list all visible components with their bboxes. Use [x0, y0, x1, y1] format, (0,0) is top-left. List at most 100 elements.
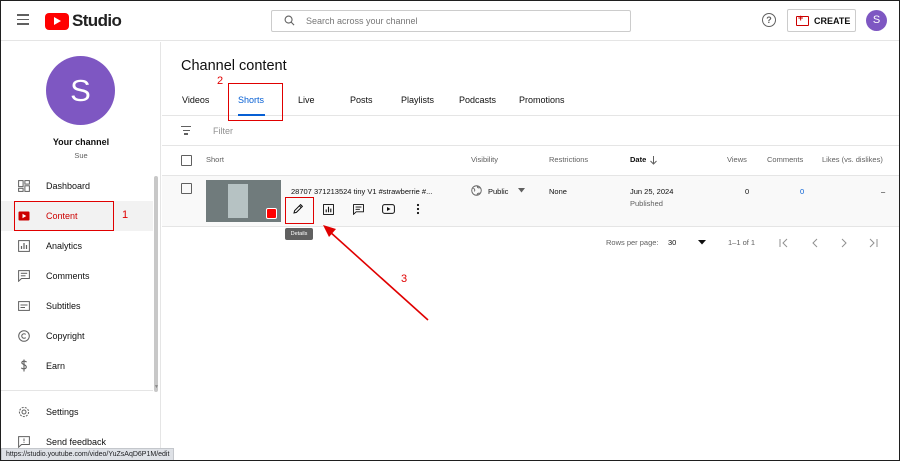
analytics-icon — [17, 239, 30, 252]
annotation-step-1: 1 — [122, 209, 129, 221]
rows-per-page-dropdown-icon[interactable] — [698, 240, 706, 245]
next-page-icon[interactable] — [839, 238, 849, 248]
shorts-badge-icon — [266, 208, 277, 219]
subtitles-icon — [17, 299, 30, 312]
restrictions-value: None — [549, 187, 567, 196]
view-on-youtube-button[interactable] — [377, 199, 399, 219]
short-title[interactable]: 28707 371213524 tiny V1 #strawberrie #..… — [291, 187, 432, 196]
search-box[interactable] — [271, 10, 631, 32]
sidebar-item-label: Dashboard — [46, 181, 91, 191]
views-value: 0 — [745, 187, 750, 196]
previous-page-icon[interactable] — [810, 238, 820, 248]
tab-posts[interactable]: Posts — [350, 95, 373, 105]
sidebar-scrollbar[interactable] — [154, 176, 158, 392]
rows-per-page-label: Rows per page: — [606, 238, 659, 247]
annotation-box-details — [285, 197, 314, 224]
sidebar-item-label: Analytics — [46, 241, 83, 251]
tab-live[interactable]: Live — [298, 95, 315, 105]
page-title: Channel content — [181, 58, 287, 74]
last-page-icon[interactable] — [868, 238, 878, 248]
page-range: 1–1 of 1 — [728, 238, 756, 247]
tab-promotions[interactable]: Promotions — [519, 95, 565, 105]
likes-value: – — [881, 187, 886, 196]
sidebar-divider — [1, 390, 153, 391]
visibility-dropdown-icon[interactable] — [518, 188, 525, 193]
filter-input[interactable]: Filter — [213, 126, 233, 136]
channel-title: Your channel — [52, 137, 110, 147]
sort-arrow-down-icon[interactable] — [650, 156, 657, 165]
copyright-icon — [17, 329, 30, 342]
account-avatar[interactable]: S — [866, 10, 887, 31]
first-page-icon[interactable] — [779, 238, 789, 248]
feedback-icon — [17, 435, 30, 448]
logo-text: Studio — [72, 11, 122, 30]
sidebar-item-dashboard[interactable]: Dashboard — [1, 171, 153, 201]
channel-name: Sue — [74, 151, 88, 160]
annotation-step-3: 3 — [401, 273, 408, 285]
help-icon[interactable]: ? — [762, 13, 776, 27]
tab-playlists[interactable]: Playlists — [401, 95, 434, 105]
browser-status-url: https://studio.youtube.com/video/YuZsAqD… — [1, 448, 175, 460]
options-button[interactable] — [407, 199, 429, 219]
thumbnail-image — [228, 184, 248, 218]
sidebar-item-label: Earn — [46, 361, 66, 371]
studio-logo[interactable]: Studio — [45, 11, 122, 31]
dashboard-icon — [17, 179, 30, 192]
create-label: CREATE — [814, 15, 851, 26]
sidebar-item-subtitles[interactable]: Subtitles — [1, 291, 153, 321]
comments-button[interactable] — [347, 199, 369, 219]
date-value: Jun 25, 2024 — [630, 187, 674, 196]
create-button[interactable]: CREATE — [787, 9, 856, 32]
youtube-logo-icon — [45, 12, 69, 30]
youtube-icon — [381, 204, 395, 214]
sidebar-item-label: Subtitles — [46, 301, 81, 311]
app-window: Studio ? CREATE S S Your channel Sue Das… — [0, 0, 900, 461]
rows-per-page-select[interactable]: 30 — [668, 238, 676, 247]
column-comments[interactable]: Comments — [767, 155, 803, 164]
tab-podcasts[interactable]: Podcasts — [459, 95, 496, 105]
visibility-value[interactable]: Public — [488, 187, 508, 196]
column-views[interactable]: Views — [727, 155, 747, 164]
sidebar: S Your channel Sue Dashboard Content Ana… — [1, 42, 161, 460]
pagination: Rows per page: 30 1–1 of 1 — [162, 230, 899, 256]
sidebar-item-label: Send feedback — [46, 437, 107, 447]
table-header: Short Visibility Restrictions Date Views… — [162, 146, 899, 176]
channel-avatar[interactable]: S — [46, 56, 115, 125]
annotation-box-content — [14, 201, 114, 231]
column-visibility[interactable]: Visibility — [471, 155, 498, 164]
more-vert-icon — [416, 203, 420, 215]
column-date[interactable]: Date — [630, 155, 646, 164]
analytics-icon — [322, 203, 334, 215]
sidebar-item-settings[interactable]: Settings — [1, 397, 153, 427]
column-short: Short — [206, 155, 224, 164]
top-bar: Studio ? CREATE S — [1, 1, 899, 41]
row-checkbox[interactable] — [181, 183, 192, 194]
earn-icon — [17, 359, 30, 372]
sidebar-item-label: Settings — [46, 407, 79, 417]
tab-videos[interactable]: Videos — [182, 95, 209, 105]
sidebar-item-earn[interactable]: Earn — [1, 351, 153, 381]
create-video-icon — [796, 13, 809, 26]
search-icon — [284, 15, 295, 26]
date-status: Published — [630, 199, 663, 208]
analytics-button[interactable] — [317, 199, 339, 219]
sidebar-item-label: Copyright — [46, 331, 85, 341]
comments-value[interactable]: 0 — [800, 187, 804, 196]
comments-icon — [17, 269, 30, 282]
table-row[interactable]: 28707 371213524 tiny V1 #strawberrie #..… — [162, 176, 899, 227]
select-all-checkbox[interactable] — [181, 155, 192, 166]
filter-icon[interactable] — [181, 126, 191, 137]
globe-icon — [471, 185, 482, 196]
scroll-down-arrow-icon[interactable]: ▼ — [154, 384, 159, 390]
menu-icon[interactable] — [17, 14, 29, 26]
comments-icon — [352, 203, 364, 215]
sidebar-item-analytics[interactable]: Analytics — [1, 231, 153, 261]
sidebar-item-label: Comments — [46, 271, 90, 281]
sidebar-item-copyright[interactable]: Copyright — [1, 321, 153, 351]
search-input[interactable] — [306, 14, 606, 28]
settings-icon — [17, 405, 30, 418]
sidebar-item-comments[interactable]: Comments — [1, 261, 153, 291]
column-likes[interactable]: Likes (vs. dislikes) — [822, 155, 883, 164]
short-thumbnail[interactable] — [206, 180, 281, 222]
column-restrictions[interactable]: Restrictions — [549, 155, 588, 164]
